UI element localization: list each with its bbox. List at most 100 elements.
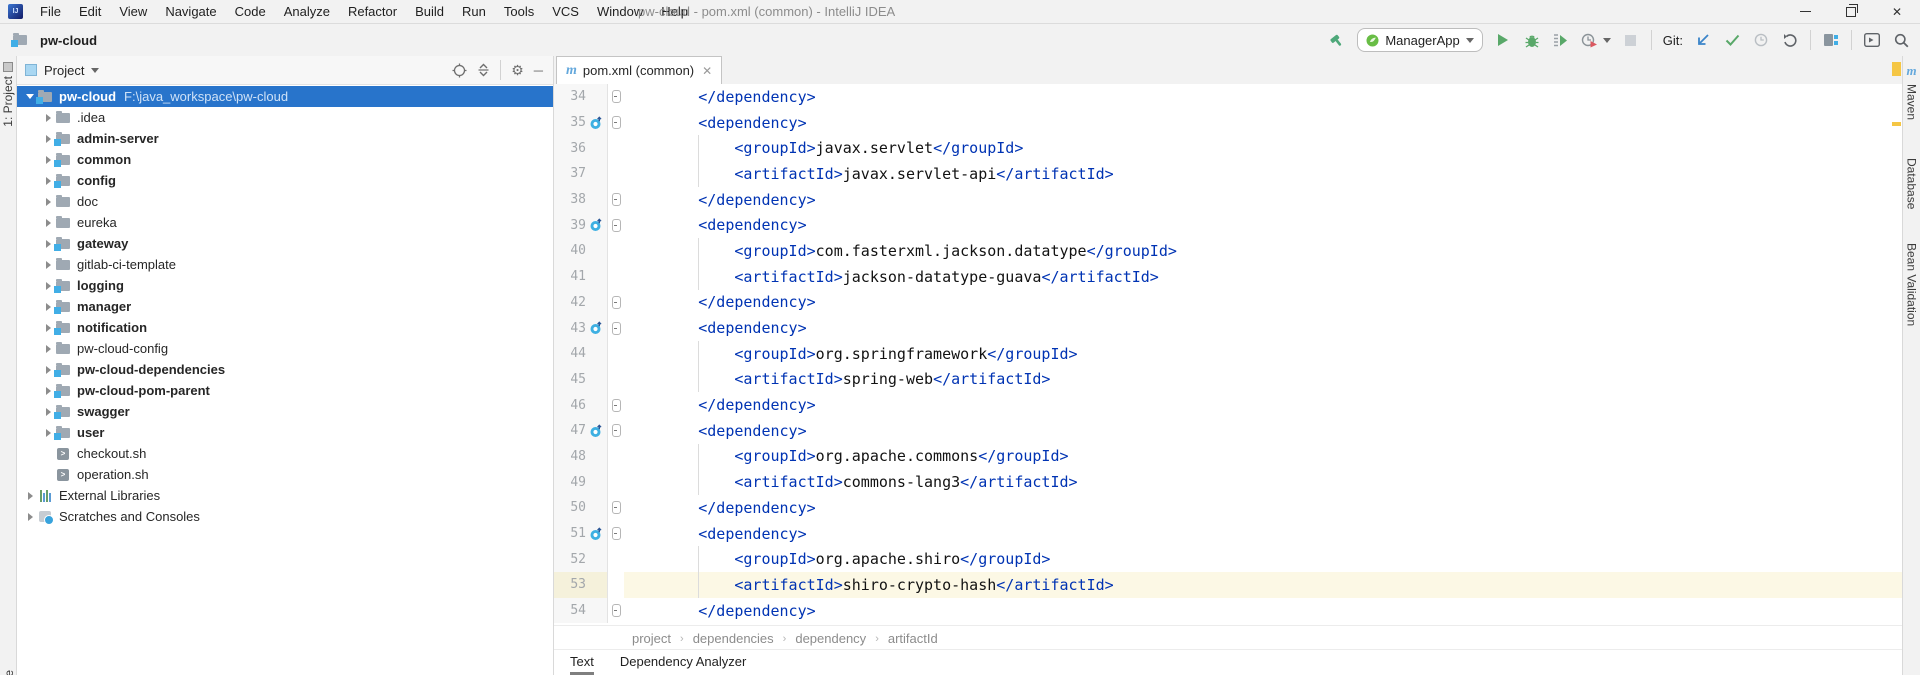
code-text[interactable]: <groupId>org.apache.shiro</groupId> <box>624 546 1903 572</box>
code-text[interactable]: <groupId>org.apache.commons</groupId> <box>624 444 1903 470</box>
tree-collapsed-arrow-icon[interactable] <box>41 114 55 122</box>
code-text[interactable]: <artifactId>spring-web</artifactId> <box>624 367 1903 393</box>
code-text[interactable]: <groupId>javax.servlet</groupId> <box>624 135 1903 161</box>
tree-item-eureka[interactable]: eureka <box>17 212 553 233</box>
tree-item-pw-cloud-config[interactable]: pw-cloud-config <box>17 338 553 359</box>
fold-marker-icon[interactable] <box>608 604 624 617</box>
menu-navigate[interactable]: Navigate <box>156 4 225 19</box>
tree-item-admin-server[interactable]: admin-server <box>17 128 553 149</box>
tree-collapsed-arrow-icon[interactable] <box>41 219 55 227</box>
minimize-button[interactable] <box>1782 0 1828 23</box>
code-line-49[interactable]: 49 <artifactId>commons-lang3</artifactId… <box>554 469 1903 495</box>
menu-vcs[interactable]: VCS <box>543 4 588 19</box>
fold-marker-icon[interactable] <box>608 296 624 309</box>
fold-marker-icon[interactable] <box>608 116 624 129</box>
git-update-button[interactable] <box>1694 31 1712 49</box>
tool-button-database[interactable]: Database <box>1905 154 1919 209</box>
fold-marker-icon[interactable] <box>608 399 624 412</box>
menu-code[interactable]: Code <box>226 4 275 19</box>
menu-file[interactable]: File <box>31 4 70 19</box>
code-text[interactable]: <artifactId>shiro-crypto-hash</artifactI… <box>624 572 1903 598</box>
tree-item-manager[interactable]: manager <box>17 296 553 317</box>
code-text[interactable]: <dependency> <box>624 521 1903 547</box>
code-line-52[interactable]: 52 <groupId>org.apache.shiro</groupId> <box>554 546 1903 572</box>
warning-stripe-mark[interactable] <box>1892 62 1901 76</box>
locate-file-icon[interactable] <box>452 63 467 78</box>
fold-marker-icon[interactable] <box>608 527 624 540</box>
fold-marker-icon[interactable] <box>608 501 624 514</box>
tree-collapsed-arrow-icon[interactable] <box>23 513 37 521</box>
tree-item-swagger[interactable]: swagger <box>17 401 553 422</box>
code-text[interactable]: <dependency> <box>624 212 1903 238</box>
project-panel-title[interactable]: Project <box>44 63 84 78</box>
tree-item-gitlab-ci-template[interactable]: gitlab-ci-template <box>17 254 553 275</box>
tree-collapsed-arrow-icon[interactable] <box>41 408 55 416</box>
code-text[interactable]: <artifactId>commons-lang3</artifactId> <box>624 469 1903 495</box>
tool-windows-icon[interactable] <box>1822 31 1840 49</box>
code-line-35[interactable]: 35 <dependency> <box>554 110 1903 136</box>
code-line-48[interactable]: 48 <groupId>org.apache.commons</groupId> <box>554 444 1903 470</box>
code-line-50[interactable]: 50 </dependency> <box>554 495 1903 521</box>
tool-button-bean-validation[interactable]: Bean Validation <box>1905 239 1919 326</box>
code-text[interactable]: <groupId>org.springframework</groupId> <box>624 341 1903 367</box>
tree-collapsed-arrow-icon[interactable] <box>41 366 55 374</box>
tree-collapsed-arrow-icon[interactable] <box>41 282 55 290</box>
code-line-42[interactable]: 42 </dependency> <box>554 290 1903 316</box>
tree-item-doc[interactable]: doc <box>17 191 553 212</box>
breadcrumb-project[interactable]: project <box>632 631 671 646</box>
code-line-45[interactable]: 45 <artifactId>spring-web</artifactId> <box>554 367 1903 393</box>
code-line-47[interactable]: 47 <dependency> <box>554 418 1903 444</box>
code-line-41[interactable]: 41 <artifactId>jackson-datatype-guava</a… <box>554 264 1903 290</box>
run-button[interactable] <box>1494 31 1512 49</box>
dependency-navigate-gutter-icon[interactable] <box>586 424 607 438</box>
code-line-40[interactable]: 40 <groupId>com.fasterxml.jackson.dataty… <box>554 238 1903 264</box>
code-text[interactable]: </dependency> <box>624 495 1903 521</box>
fold-marker-icon[interactable] <box>608 219 624 232</box>
fold-marker-icon[interactable] <box>608 424 624 437</box>
code-line-43[interactable]: 43 <dependency> <box>554 315 1903 341</box>
close-button[interactable]: ✕ <box>1874 0 1920 23</box>
code-text[interactable]: <dependency> <box>624 110 1903 136</box>
tree-collapsed-arrow-icon[interactable] <box>41 345 55 353</box>
tool-button-maven[interactable]: mMaven <box>1905 62 1919 120</box>
menu-view[interactable]: View <box>110 4 156 19</box>
code-text[interactable]: </dependency> <box>624 392 1903 418</box>
tree-item--idea[interactable]: .idea <box>17 107 553 128</box>
tree-item-checkout-sh[interactable]: >checkout.sh <box>17 443 553 464</box>
tree-collapsed-arrow-icon[interactable] <box>41 156 55 164</box>
dependency-navigate-gutter-icon[interactable] <box>586 527 607 541</box>
code-line-46[interactable]: 46 </dependency> <box>554 392 1903 418</box>
tab-close-icon[interactable]: ✕ <box>702 65 712 77</box>
code-line-38[interactable]: 38 </dependency> <box>554 187 1903 213</box>
breadcrumb-dependencies[interactable]: dependencies <box>693 631 774 646</box>
profiler-chevron-icon[interactable] <box>1603 38 1611 43</box>
tree-expanded-arrow-icon[interactable] <box>23 94 37 99</box>
code-text[interactable]: </dependency> <box>624 290 1903 316</box>
breadcrumb-project-name[interactable]: pw-cloud <box>40 33 97 48</box>
code-line-54[interactable]: 54 </dependency> <box>554 598 1903 624</box>
dependency-navigate-gutter-icon[interactable] <box>586 116 607 130</box>
menu-refactor[interactable]: Refactor <box>339 4 406 19</box>
tree-item-pw-cloud-pom-parent[interactable]: pw-cloud-pom-parent <box>17 380 553 401</box>
code-line-39[interactable]: 39 <dependency> <box>554 212 1903 238</box>
rollback-button[interactable] <box>1781 31 1799 49</box>
code-text[interactable]: </dependency> <box>624 598 1903 624</box>
code-text[interactable]: <artifactId>jackson-datatype-guava</arti… <box>624 264 1903 290</box>
collapse-all-icon[interactable] <box>477 63 490 77</box>
tree-item-user[interactable]: user <box>17 422 553 443</box>
code-line-34[interactable]: 34 </dependency> <box>554 84 1903 110</box>
menu-run[interactable]: Run <box>453 4 495 19</box>
gear-icon[interactable]: ⚙ <box>511 63 524 77</box>
code-line-51[interactable]: 51 <dependency> <box>554 521 1903 547</box>
tree-collapsed-arrow-icon[interactable] <box>41 303 55 311</box>
menu-build[interactable]: Build <box>406 4 453 19</box>
tree-item-gateway[interactable]: gateway <box>17 233 553 254</box>
fold-marker-icon[interactable] <box>608 90 624 103</box>
code-line-53[interactable]: 53 <artifactId>shiro-crypto-hash</artifa… <box>554 572 1903 598</box>
hide-panel-icon[interactable]: ─ <box>534 64 543 77</box>
menu-analyze[interactable]: Analyze <box>275 4 339 19</box>
terminal-icon[interactable] <box>1863 31 1881 49</box>
tool-button-structure[interactable]: Structure <box>2 670 16 675</box>
tree-collapsed-arrow-icon[interactable] <box>41 261 55 269</box>
tree-item-common[interactable]: common <box>17 149 553 170</box>
